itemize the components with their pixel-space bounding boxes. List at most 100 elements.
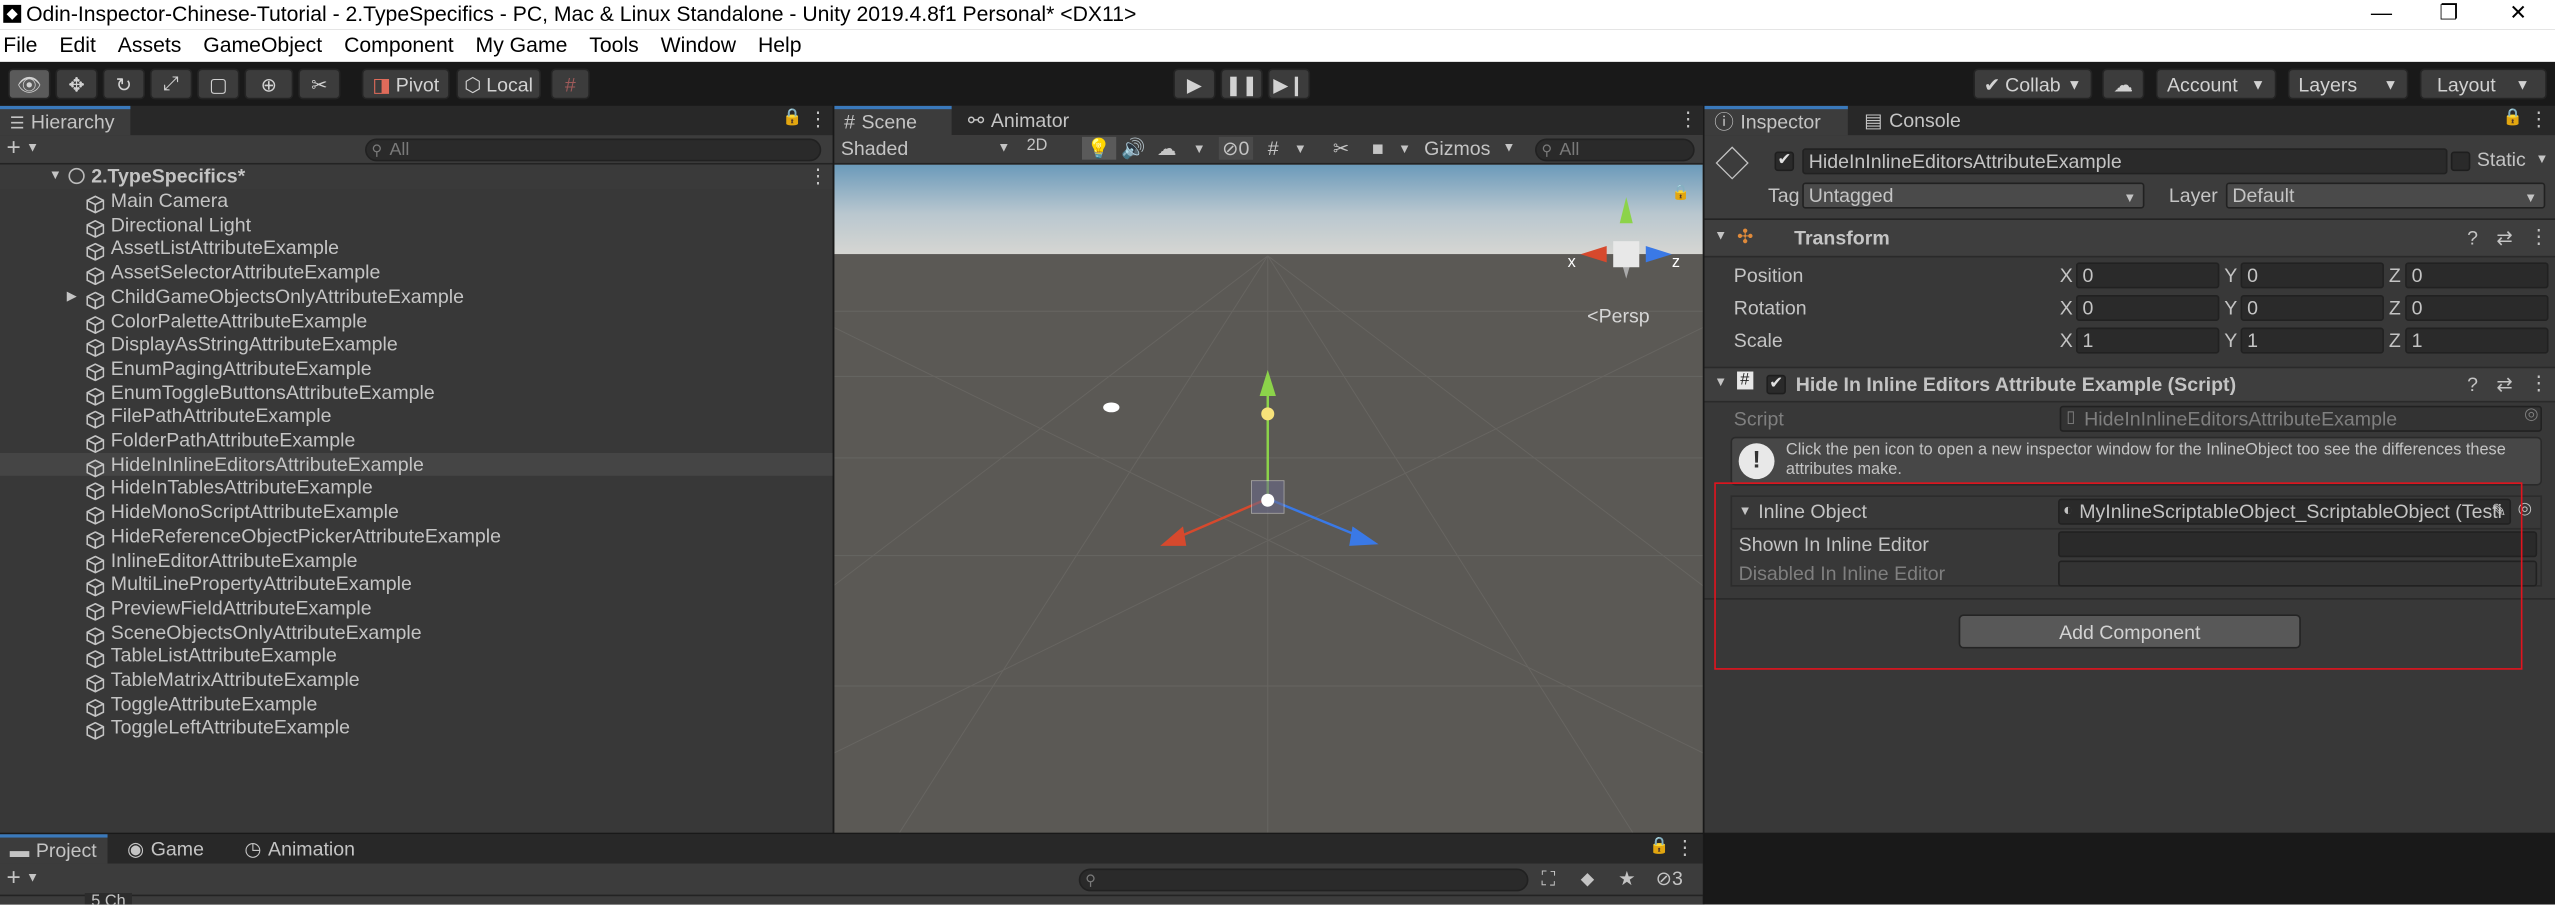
hierarchy-item[interactable]: InlineEditorAttributeExample: [0, 548, 833, 573]
pivot-button[interactable]: ◨ Pivot: [361, 68, 450, 100]
transform-y-field[interactable]: 0: [2240, 294, 2384, 322]
layout-button[interactable]: Layout ▼: [2419, 68, 2547, 100]
minimize-icon[interactable]: —: [2371, 0, 2392, 24]
hierarchy-item[interactable]: HideInInlineEditorsAttributeExample: [0, 452, 833, 478]
hierarchy-item[interactable]: Directional Light: [0, 213, 833, 238]
tools-icon[interactable]: ✂: [1333, 137, 1349, 160]
hierarchy-item[interactable]: ToggleLeftAttributeExample: [0, 716, 833, 741]
project-search-input[interactable]: ⚲: [1078, 868, 1529, 892]
menu-tools[interactable]: Tools: [589, 29, 638, 62]
pause-button[interactable]: ❚❚: [1220, 68, 1263, 100]
chevron-right-icon[interactable]: ▶: [67, 288, 77, 303]
chevron-down-icon[interactable]: ▼: [26, 140, 39, 155]
hierarchy-item[interactable]: SceneObjectsOnlyAttributeExample: [0, 620, 833, 645]
target-icon[interactable]: ◎: [2524, 406, 2538, 424]
hierarchy-item[interactable]: ▶ ChildGameObjectsOnlyAttributeExample: [0, 285, 833, 310]
menu-component[interactable]: Component: [344, 29, 454, 62]
scene-viewport[interactable]: x z 🔒 <Persp: [834, 164, 1703, 833]
hierarchy-item[interactable]: HideReferenceObjectPickerAttributeExampl…: [0, 524, 833, 549]
tag-dropdown[interactable]: Untagged ▼: [1802, 182, 2145, 209]
restore-icon[interactable]: ❐: [2439, 0, 2458, 26]
snap-button[interactable]: #: [550, 68, 590, 100]
hierarchy-item[interactable]: FolderPathAttributeExample: [0, 429, 833, 454]
preset-icon[interactable]: ⇄: [2496, 227, 2512, 250]
hierarchy-item[interactable]: HideInTablesAttributeExample: [0, 476, 833, 501]
scene-header-row[interactable]: ▼ 2.TypeSpecifics* ⋮: [0, 164, 833, 190]
static-checkbox[interactable]: [2450, 151, 2471, 172]
effects-icon[interactable]: ☁: [1157, 137, 1177, 160]
transform-header[interactable]: ▼ ✣ Transform ? ⇄ ⋮: [1704, 219, 2555, 258]
menu-assets[interactable]: Assets: [118, 29, 182, 62]
audio-icon[interactable]: 🔊: [1121, 137, 1145, 160]
step-button[interactable]: ▶❙: [1267, 68, 1311, 100]
more-icon[interactable]: ⋮: [2529, 372, 2549, 395]
tab-animator[interactable]: ⚯ Animator: [958, 106, 1105, 135]
menu-gameobject[interactable]: GameObject: [203, 29, 322, 62]
menu-my-game[interactable]: My Game: [476, 29, 568, 62]
hidden-packages-icon[interactable]: ⊘3: [1656, 867, 1683, 890]
script-component-header[interactable]: ▼ # ✔ Hide In Inline Editors Attribute E…: [1704, 366, 2555, 403]
transform-tool-button[interactable]: ⊕: [244, 68, 294, 100]
hierarchy-item[interactable]: EnumToggleButtonsAttributeExample: [0, 381, 833, 406]
tab-console[interactable]: ▤ Console: [1854, 106, 1984, 135]
transform-x-field[interactable]: 1: [2075, 327, 2220, 354]
help-icon[interactable]: ?: [2467, 373, 2478, 396]
more-icon[interactable]: ⋮: [1678, 108, 1698, 131]
hidden-objects-icon[interactable]: ⊘0: [1218, 136, 1253, 160]
vertical-divider-left[interactable]: [832, 105, 835, 833]
layers-button[interactable]: Layers ▼: [2287, 68, 2409, 100]
chevron-down-icon[interactable]: ▼: [49, 168, 62, 183]
help-icon[interactable]: ?: [2467, 227, 2478, 250]
tab-hierarchy[interactable]: ☰ Hierarchy: [0, 105, 131, 136]
transform-y-field[interactable]: 1: [2240, 327, 2384, 354]
move-tool-button[interactable]: ✥: [55, 68, 98, 100]
menu-file[interactable]: File: [3, 29, 37, 62]
mode-2d-button[interactable]: 2D: [1027, 137, 1066, 155]
more-icon[interactable]: ⋮: [1675, 836, 1695, 859]
persp-label[interactable]: <Persp: [1587, 305, 1650, 328]
hierarchy-item[interactable]: FilePathAttributeExample: [0, 405, 833, 430]
more-icon[interactable]: ⋮: [808, 165, 828, 188]
tab-animation[interactable]: ◷ Animation: [235, 834, 382, 863]
tab-project[interactable]: ▬ Project: [0, 834, 108, 864]
layer-dropdown[interactable]: Default ▼: [2225, 182, 2546, 209]
rotate-tool-button[interactable]: ↻: [102, 68, 146, 100]
hierarchy-item[interactable]: EnumPagingAttributeExample: [0, 357, 833, 382]
account-button[interactable]: Account ▼: [2155, 68, 2277, 100]
transform-x-field[interactable]: 0: [2075, 294, 2220, 322]
tab-game[interactable]: ◉ Game: [117, 834, 221, 863]
more-icon[interactable]: ⋮: [808, 108, 828, 131]
transform-z-field[interactable]: 0: [2405, 294, 2549, 322]
object-name-field[interactable]: HideInInlineEditorsAttributeExample: [1802, 148, 2448, 175]
filter-type-icon[interactable]: ⛶: [1542, 867, 1556, 891]
vertical-divider-right[interactable]: [1702, 105, 1705, 905]
lighting-icon[interactable]: 💡: [1081, 136, 1117, 160]
tab-inspector[interactable]: ⓘ Inspector: [1704, 105, 1848, 136]
chevron-down-icon[interactable]: ▼: [1714, 228, 1727, 243]
chevron-down-icon[interactable]: ▼: [1714, 375, 1727, 390]
add-icon[interactable]: +: [7, 864, 21, 891]
hierarchy-item[interactable]: AssetListAttributeExample: [0, 237, 833, 262]
active-checkbox[interactable]: ✔: [1774, 151, 1795, 172]
rect-tool-button[interactable]: ▢: [197, 68, 240, 100]
hierarchy-item[interactable]: AssetSelectorAttributeExample: [0, 261, 833, 286]
scale-tool-button[interactable]: ⤢: [149, 68, 193, 100]
gizmos-dropdown[interactable]: Gizmos ▼: [1424, 137, 1515, 160]
more-icon[interactable]: ⋮: [2529, 108, 2549, 131]
local-button[interactable]: ⬡ Local: [456, 68, 541, 100]
label-icon[interactable]: ⬥: [1581, 867, 1595, 891]
tab-scene[interactable]: # Scene: [834, 105, 952, 136]
chevron-down-icon[interactable]: ▼: [26, 870, 39, 885]
hierarchy-item[interactable]: TableMatrixAttributeExample: [0, 668, 833, 693]
menu-edit[interactable]: Edit: [59, 29, 96, 62]
add-icon[interactable]: +: [7, 134, 21, 161]
menu-help[interactable]: Help: [758, 29, 802, 62]
lock-icon[interactable]: 🔒: [782, 109, 802, 127]
star-icon[interactable]: ★: [1618, 867, 1636, 890]
lock-icon[interactable]: 🔒: [1649, 838, 1669, 856]
hierarchy-item[interactable]: MultiLinePropertyAttributeExample: [0, 572, 833, 597]
grid-icon[interactable]: #: [1268, 137, 1279, 160]
hierarchy-item[interactable]: Main Camera: [0, 189, 833, 214]
scene-search-input[interactable]: ⚲ All: [1534, 138, 1695, 162]
chevron-down-icon[interactable]: ▼: [2536, 152, 2549, 167]
